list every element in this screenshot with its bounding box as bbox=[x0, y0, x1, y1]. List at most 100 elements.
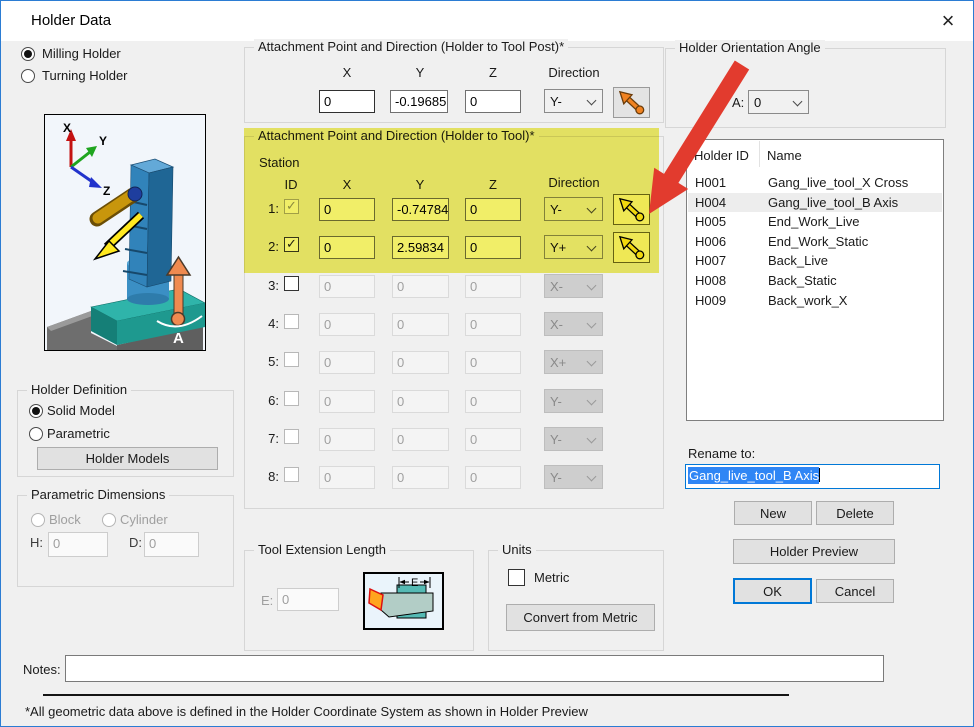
chevron-down-icon bbox=[587, 357, 597, 367]
block-label: Block bbox=[49, 512, 81, 527]
station-1-direction-select[interactable]: Y- bbox=[544, 197, 603, 221]
holder-list-row-H001[interactable]: H001Gang_live_tool_X Cross bbox=[688, 173, 942, 192]
holder-models-button[interactable]: Holder Models bbox=[37, 447, 218, 470]
direction-arrow-icon bbox=[617, 197, 647, 223]
solid-model-radio[interactable] bbox=[29, 404, 43, 418]
units-title: Units bbox=[498, 542, 536, 557]
tool-post-col-direction: Direction bbox=[539, 65, 609, 80]
holder-preview-image: X Y Z bbox=[44, 114, 206, 351]
orientation-title: Holder Orientation Angle bbox=[675, 40, 825, 55]
holder-list-row-H004[interactable]: H004Gang_live_tool_B Axis bbox=[688, 193, 942, 212]
holder-list-row-H005[interactable]: H005End_Work_Live bbox=[688, 212, 942, 231]
station-col-direction: Direction bbox=[539, 175, 609, 190]
holder-id-cell: H006 bbox=[695, 234, 726, 249]
station-3-label: 3: bbox=[255, 278, 279, 293]
e-input[interactable]: 0 bbox=[277, 588, 339, 611]
metric-checkbox[interactable] bbox=[508, 569, 525, 586]
station-1-y-input[interactable]: -0.74784 bbox=[392, 198, 449, 221]
station-4-z-input: 0 bbox=[465, 313, 521, 336]
station-col-y: Y bbox=[392, 177, 448, 192]
station-8-label: 8: bbox=[255, 469, 279, 484]
station-2-x-input[interactable]: 0 bbox=[319, 236, 375, 259]
station-4-label: 4: bbox=[255, 316, 279, 331]
turning-holder-radio[interactable] bbox=[21, 69, 35, 83]
station-col-z: Z bbox=[465, 177, 521, 192]
station-1-label: 1: bbox=[255, 201, 279, 216]
holder-list-row-H007[interactable]: H007Back_Live bbox=[688, 251, 942, 270]
holder-preview-button[interactable]: Holder Preview bbox=[733, 539, 895, 564]
tool-post-group-title: Attachment Point and Direction (Holder t… bbox=[254, 39, 568, 54]
units-group: Units bbox=[488, 550, 664, 651]
parametric-radio[interactable] bbox=[29, 427, 43, 441]
station-1-z-input[interactable]: 0 bbox=[465, 198, 521, 221]
tool-extension-diagram: E bbox=[363, 572, 444, 630]
station-2-direction-select[interactable]: Y+ bbox=[544, 235, 603, 259]
station-7-direction-value: Y- bbox=[550, 432, 562, 447]
new-button[interactable]: New bbox=[734, 501, 812, 525]
tool-post-x-input[interactable]: 0 bbox=[319, 90, 375, 113]
delete-button[interactable]: Delete bbox=[816, 501, 894, 525]
station-7-direction-select: Y- bbox=[544, 427, 603, 451]
station-5-direction-value: X+ bbox=[550, 355, 566, 370]
holder-3d-preview: X Y Z bbox=[45, 115, 205, 350]
station-8-direction-select: Y- bbox=[544, 465, 603, 489]
tool-post-direction-picker-button[interactable] bbox=[613, 87, 650, 118]
holder-list[interactable]: Holder ID Name H001Gang_live_tool_X Cros… bbox=[686, 139, 944, 421]
tool-group-title: Attachment Point and Direction (Holder t… bbox=[254, 128, 539, 143]
a-angle-select[interactable]: 0 bbox=[748, 90, 809, 114]
tool-post-col-z: Z bbox=[465, 65, 521, 80]
station-1-x-input[interactable]: 0 bbox=[319, 198, 375, 221]
station-3-checkbox[interactable] bbox=[284, 276, 299, 291]
ok-button[interactable]: OK bbox=[733, 578, 812, 604]
axis-x-label: X bbox=[63, 121, 71, 135]
station-8-z-input: 0 bbox=[465, 466, 521, 489]
station-label: Station bbox=[259, 155, 299, 170]
station-7-y-input: 0 bbox=[392, 428, 449, 451]
close-icon[interactable]: × bbox=[933, 7, 963, 35]
station-6-x-input: 0 bbox=[319, 390, 375, 413]
tool-post-col-y: Y bbox=[392, 65, 448, 80]
holder-list-row-H008[interactable]: H008Back_Static bbox=[688, 271, 942, 290]
angle-a-label: A bbox=[173, 330, 184, 347]
solid-model-label: Solid Model bbox=[47, 403, 115, 418]
holder-list-row-H009[interactable]: H009Back_work_X bbox=[688, 291, 942, 310]
notes-input[interactable] bbox=[65, 655, 884, 682]
chevron-down-icon bbox=[587, 242, 597, 252]
d-input[interactable]: 0 bbox=[144, 532, 199, 557]
station-2-checkbox[interactable]: ✓ bbox=[284, 237, 299, 252]
station-8-x-input: 0 bbox=[319, 466, 375, 489]
h-input[interactable]: 0 bbox=[48, 532, 108, 557]
chevron-down-icon bbox=[587, 204, 597, 214]
station-4-checkbox bbox=[284, 314, 299, 329]
d-label: D: bbox=[129, 535, 142, 550]
dialog-title: Holder Data bbox=[31, 12, 111, 29]
chevron-down-icon bbox=[587, 281, 597, 291]
convert-from-metric-button[interactable]: Convert from Metric bbox=[506, 604, 655, 631]
parametric-dimensions-title: Parametric Dimensions bbox=[27, 487, 169, 502]
cancel-button[interactable]: Cancel bbox=[816, 579, 894, 603]
station-6-checkbox bbox=[284, 391, 299, 406]
station-col-x: X bbox=[319, 177, 375, 192]
station-1-direction-value: Y- bbox=[550, 202, 562, 217]
holder-id-cell: H009 bbox=[695, 293, 726, 308]
station-2-direction-picker-button[interactable] bbox=[613, 232, 650, 263]
rename-input[interactable]: Gang_live_tool_B Axis bbox=[685, 464, 940, 489]
list-col-holder-id: Holder ID bbox=[694, 148, 749, 163]
a-label: A: bbox=[732, 95, 744, 110]
milling-holder-radio[interactable] bbox=[21, 47, 35, 61]
holder-name-cell: Back_Live bbox=[768, 253, 828, 268]
station-2-z-input[interactable]: 0 bbox=[465, 236, 521, 259]
tool-post-direction-select[interactable]: Y- bbox=[544, 89, 603, 113]
station-3-y-input: 0 bbox=[392, 275, 449, 298]
station-2-direction-value: Y+ bbox=[550, 240, 566, 255]
tool-post-z-input[interactable]: 0 bbox=[465, 90, 521, 113]
notes-label: Notes: bbox=[23, 662, 61, 677]
axis-z-label: Z bbox=[103, 184, 110, 198]
milling-holder-label: Milling Holder bbox=[42, 46, 121, 61]
station-1-direction-picker-button[interactable] bbox=[613, 194, 650, 225]
holder-list-row-H006[interactable]: H006End_Work_Static bbox=[688, 232, 942, 251]
station-2-y-input[interactable]: 2.59834 bbox=[392, 236, 449, 259]
station-6-direction-value: Y- bbox=[550, 394, 562, 409]
station-4-x-input: 0 bbox=[319, 313, 375, 336]
tool-post-y-input[interactable]: -0.19685 bbox=[390, 90, 448, 113]
